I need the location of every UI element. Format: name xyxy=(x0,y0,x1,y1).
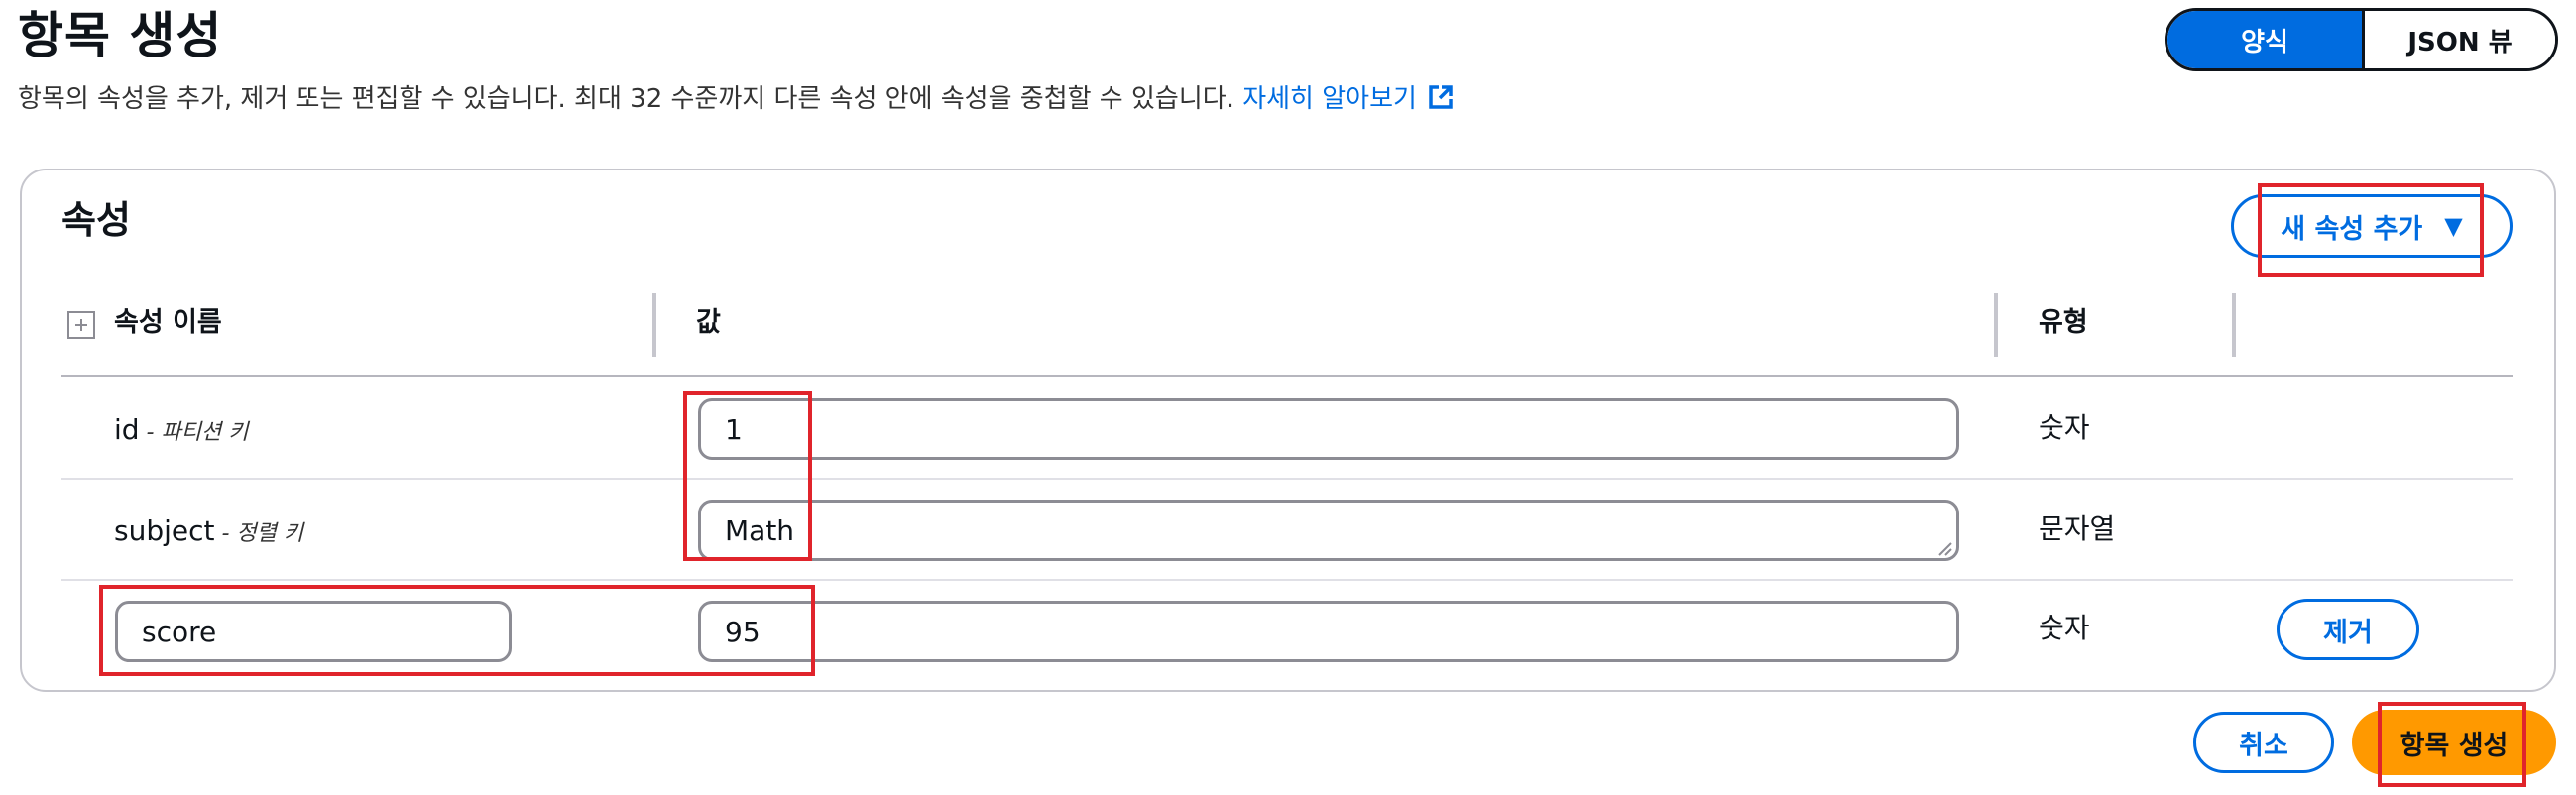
page-title: 항목 생성 xyxy=(18,7,223,64)
learn-more-link[interactable]: 자세히 알아보기 xyxy=(1242,84,1455,114)
remove-attribute-button[interactable]: 제거 xyxy=(2277,599,2419,660)
view-toggle: 양식 JSON 뷰 xyxy=(2165,8,2558,71)
key-role: - 파티션 키 xyxy=(139,420,249,445)
expand-all-icon[interactable] xyxy=(67,311,95,339)
column-divider[interactable] xyxy=(1994,293,1998,357)
header-separator xyxy=(61,375,2513,377)
column-header-type: 유형 xyxy=(2039,307,2088,338)
attribute-name-input[interactable] xyxy=(115,601,512,662)
add-new-attribute-button[interactable]: 새 속성 추가 ▼ xyxy=(2231,194,2513,258)
attribute-name: id xyxy=(114,413,140,446)
key-role: - 정렬 키 xyxy=(214,521,304,546)
create-item-button[interactable]: 항목 생성 xyxy=(2352,710,2556,775)
column-divider[interactable] xyxy=(652,293,656,357)
page-description: 항목의 속성을 추가, 제거 또는 편집할 수 있습니다. 최대 32 수준까지… xyxy=(18,81,1455,121)
column-header-value: 값 xyxy=(696,307,721,338)
value-input-score[interactable] xyxy=(698,601,1959,662)
value-input-subject[interactable] xyxy=(698,500,1959,561)
form-view-tab[interactable]: 양식 xyxy=(2167,11,2362,68)
type-label-score: 숫자 xyxy=(2039,612,2090,644)
caret-down-icon: ▼ xyxy=(2444,212,2463,240)
external-link-icon xyxy=(1427,83,1455,121)
row-separator xyxy=(61,579,2513,581)
column-header-name: 속성 이름 xyxy=(114,307,222,338)
type-label-subject: 문자열 xyxy=(2039,512,2116,545)
cancel-button[interactable]: 취소 xyxy=(2193,712,2334,773)
row-separator xyxy=(61,478,2513,480)
attributes-title: 속성 xyxy=(61,198,131,242)
resize-handle-icon[interactable] xyxy=(1935,539,1953,557)
attribute-name-id: id - 파티션 키 xyxy=(114,410,248,453)
description-text: 항목의 속성을 추가, 제거 또는 편집할 수 있습니다. 최대 32 수준까지… xyxy=(18,84,1234,114)
attribute-name-subject: subject - 정렬 키 xyxy=(114,511,303,554)
column-divider[interactable] xyxy=(2232,293,2236,357)
json-view-tab[interactable]: JSON 뷰 xyxy=(2362,11,2555,68)
learn-more-label: 자세히 알아보기 xyxy=(1242,84,1417,114)
value-input-id[interactable] xyxy=(698,398,1959,460)
attribute-name: subject xyxy=(114,514,215,547)
add-attribute-label: 새 속성 추가 xyxy=(2281,213,2423,245)
type-label-id: 숫자 xyxy=(2039,411,2090,444)
